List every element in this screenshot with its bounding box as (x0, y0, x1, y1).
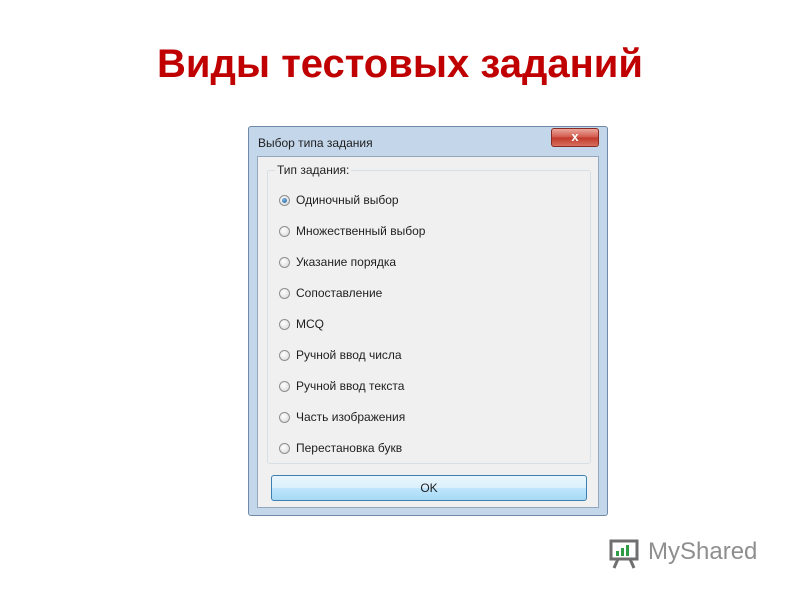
watermark: MyShared (608, 534, 778, 574)
radio-button[interactable] (279, 319, 290, 330)
radio-label: Указание порядка (296, 255, 397, 269)
radio-button[interactable] (279, 195, 290, 206)
radio-label: Сопоставление (296, 286, 383, 300)
task-type-group: Тип задания: Одиночный выбор Множественн… (267, 163, 591, 464)
radio-button[interactable] (279, 443, 290, 454)
slide-title: Виды тестовых заданий (157, 42, 643, 86)
radio-button[interactable] (279, 412, 290, 423)
dialog-client-area: Тип задания: Одиночный выбор Множественн… (257, 156, 599, 508)
dialog-title: Выбор типа задания (258, 136, 373, 150)
slide: Виды тестовых заданий Выбор типа задания… (0, 0, 800, 600)
close-button[interactable]: x (551, 128, 599, 147)
radio-label: MCQ (296, 317, 324, 331)
close-icon: x (571, 129, 579, 144)
radio-button[interactable] (279, 381, 290, 392)
radio-label: Множественный выбор (296, 224, 426, 238)
radio-label: Часть изображения (296, 410, 406, 424)
radio-label: Перестановка букв (296, 441, 403, 455)
radio-button[interactable] (279, 350, 290, 361)
radio-button[interactable] (279, 257, 290, 268)
ok-button[interactable]: OK (271, 475, 587, 501)
radio-selected-dot (282, 198, 287, 203)
watermark-text: MyShared (648, 538, 758, 565)
dialog-titlebar[interactable]: Выбор типа задания x (249, 127, 607, 155)
task-type-dialog: Выбор типа задания x Тип задания: Одиноч… (248, 126, 608, 516)
radio-label: Ручной ввод текста (296, 379, 405, 393)
radio-button[interactable] (279, 288, 290, 299)
radio-label: Ручной ввод числа (296, 348, 402, 362)
radio-button[interactable] (279, 226, 290, 237)
group-label: Тип задания: (275, 163, 352, 177)
radio-label: Одиночный выбор (296, 193, 399, 207)
presentation-board-icon (609, 539, 639, 569)
